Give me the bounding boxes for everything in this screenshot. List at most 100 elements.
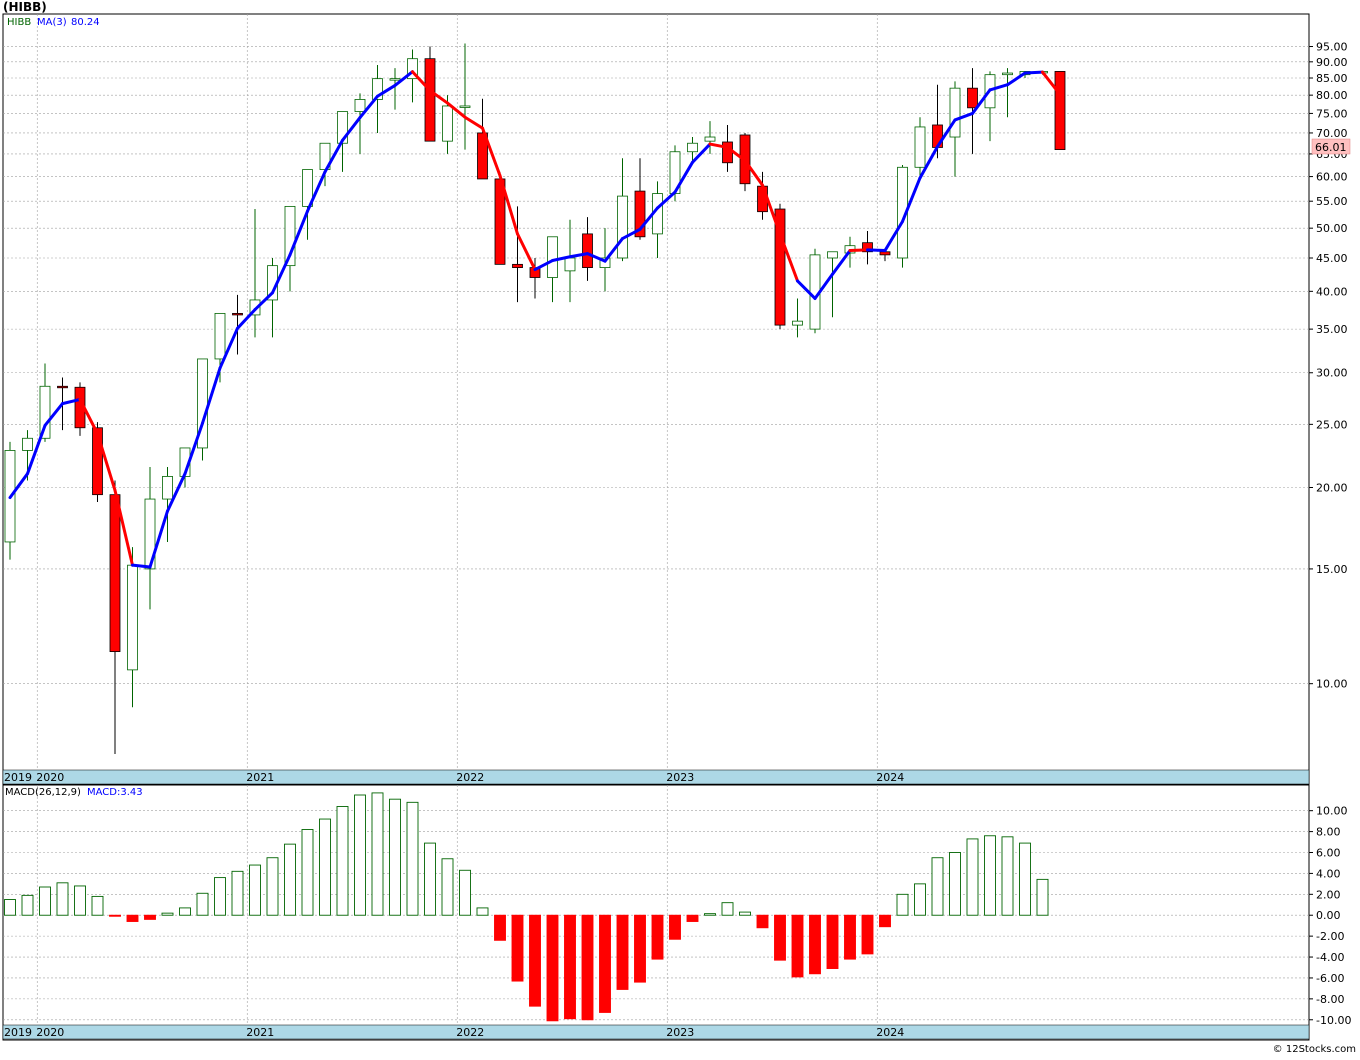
macd-x-tick-label: 2022 [456,1026,484,1039]
macd-bar [599,914,611,1013]
candle-body [162,476,173,500]
macd-x-tick-label: 2020 [36,1026,64,1039]
macd-bar [966,838,979,916]
price-y-tick-label: 70.00 [1316,127,1348,140]
macd-bar [634,914,646,983]
candle-body [389,78,401,81]
candle-body [109,494,121,653]
macd-bar [949,852,961,916]
candle-body [39,385,51,439]
macd-bar [4,899,16,916]
price-y-tick-label: 90.00 [1316,56,1348,69]
candle-body [22,437,33,451]
macd-bar [721,902,734,916]
ma-segment [866,248,887,253]
macd-y-tick-label: -8.00 [1316,993,1344,1006]
macd-bar [756,914,769,929]
macd-bar [809,914,821,975]
price-y-tick-label: 95.00 [1316,41,1348,54]
candle-body [547,236,558,278]
candle-body [424,58,436,142]
legend-ma-value: 80.24 [71,17,100,28]
macd-bar [336,806,349,916]
macd-legend-value: MACD:3.43 [87,787,143,798]
legend-symbol: HIBB [7,17,31,28]
ma-segment [848,248,869,253]
price-candle [809,248,821,334]
candle-body [722,141,733,164]
macd-bar [686,914,699,922]
macd-y-tick-label: 4.00 [1316,867,1341,880]
price-y-tick-label: 35.00 [1316,323,1348,336]
macd-bar [529,914,541,1007]
macd-y-tick-label: 10.00 [1316,805,1348,818]
chart-canvas: (HIBB) 10.00 15.00 20.00 25.00 30.00 35.00 40.… [0,0,1360,1056]
candle-body [1002,72,1013,76]
macd-bar [1019,842,1031,916]
price-x-tick-label: 2023 [666,771,694,784]
price-y-tick-label: 10.00 [1316,678,1348,691]
candle-body [354,99,366,112]
macd-bar [914,883,926,916]
macd-y-tick-label: 8.00 [1316,826,1341,839]
candle-body [232,312,243,316]
macd-bar [441,858,454,916]
price-x-tick-label: 2021 [246,771,274,784]
macd-bar [651,914,664,960]
macd-bar [791,914,804,978]
price-y-tick-label: 80.00 [1316,89,1348,102]
macd-y-tick-label: -6.00 [1316,972,1344,985]
macd-y-tick-label: 0.00 [1316,909,1341,922]
macd-bar [424,842,436,916]
macd-bar [354,794,366,916]
macd-bar [459,869,471,916]
macd-bar [126,914,139,922]
macd-bar [284,843,296,916]
stock-chart: (HIBB) 10.00 15.00 20.00 25.00 30.00 35.00 40.… [0,0,1360,1056]
macd-bar [616,914,629,990]
macd-bar [266,857,279,916]
ma-segment [1023,70,1044,75]
macd-bar [406,801,419,916]
price-legend: HIBB MA(3) 80.24 [7,17,100,28]
copyright-text: © 12Stocks.com [1273,1044,1356,1055]
candle-body [442,105,453,142]
macd-bar [161,912,174,916]
macd-bar [231,870,244,916]
macd-bar [21,894,34,916]
price-y-tick-label: 40.00 [1316,285,1348,298]
macd-bar [844,914,856,960]
macd-bar [109,914,121,917]
candle-body [879,251,891,256]
price-y-tick-label: 15.00 [1316,563,1348,576]
macd-bar [319,818,331,916]
price-x-tick-label: 2024 [876,771,904,784]
macd-bar [214,877,226,916]
macd-bar [774,914,786,961]
price-x-tick-label: 2019 [4,771,32,784]
macd-bar [1036,878,1049,916]
candle-body [914,126,926,168]
candle-body [687,142,698,153]
macd-bar [39,886,51,916]
macd-bar [494,914,506,941]
price-y-tick-label: 55.00 [1316,195,1348,208]
candle-body [1054,71,1066,150]
macd-bar [144,914,156,920]
candle-body [57,385,68,389]
macd-bar [91,895,104,916]
macd-bar [301,829,314,916]
price-y-tick-label: 30.00 [1316,367,1348,380]
macd-bar [896,893,909,916]
macd-bar [196,892,209,916]
macd-y-tick-label: -2.00 [1316,930,1344,943]
legend-ma-label: MA(3) [37,17,67,28]
macd-bar [704,913,716,916]
macd-y-tick-label: -10.00 [1316,1014,1351,1027]
candle-body [214,312,226,360]
macd-bar [476,907,489,916]
macd-x-tick-label: 2024 [876,1026,904,1039]
macd-bar [371,792,384,916]
candle-body [564,257,576,272]
last-price-value: 66.01 [1315,141,1347,154]
